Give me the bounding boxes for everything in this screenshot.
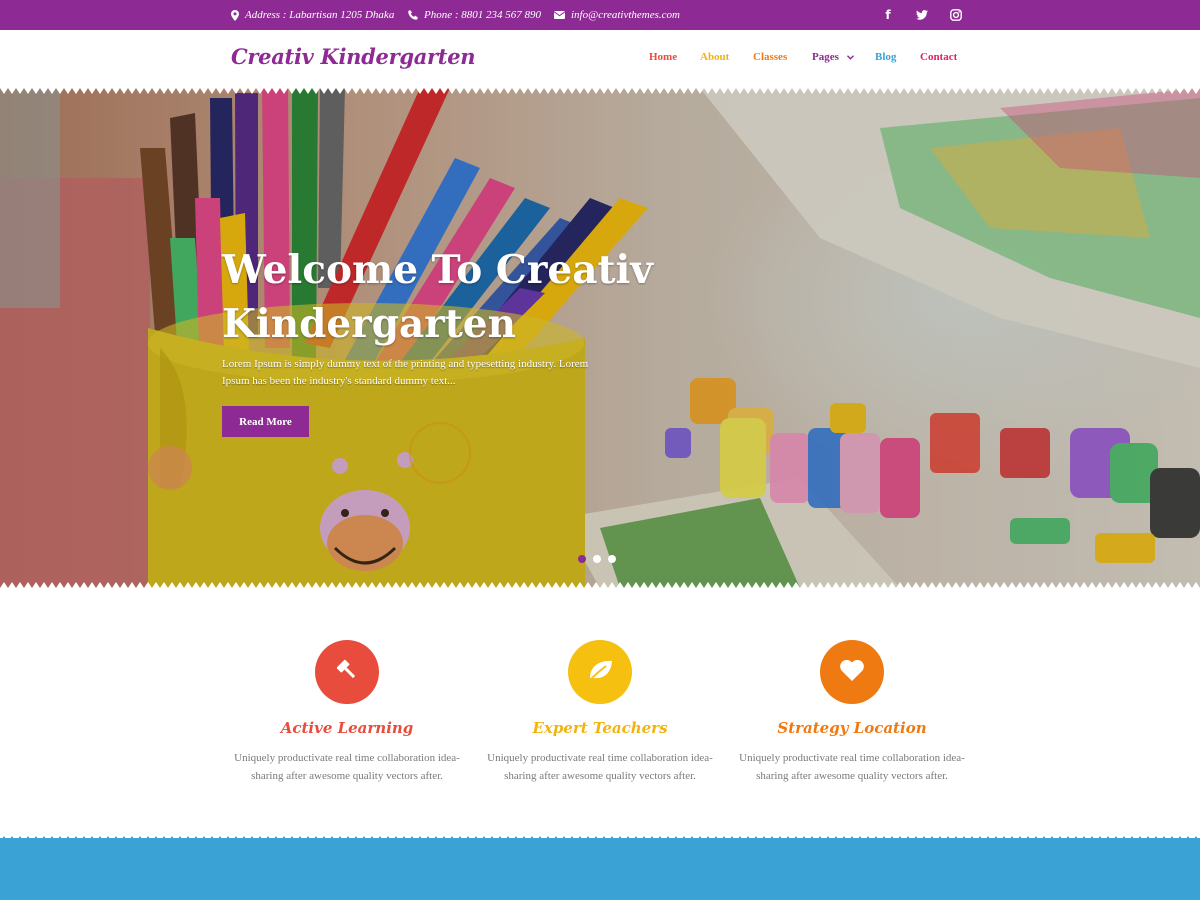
gavel-icon	[334, 657, 360, 687]
top-info-bar: Address : Labartisan 1205 Dhaka Phone : …	[0, 0, 1200, 30]
site-header: Creativ Kindergarten Home About Classes …	[0, 30, 1200, 88]
hero-slider: Welcome To Creativ Kindergarten Lorem Ip…	[0, 88, 1200, 588]
hero-top-zigzag	[0, 88, 1200, 94]
feature-text: Uniquely productivate real time collabor…	[234, 752, 460, 782]
slider-dot-1[interactable]	[578, 555, 586, 563]
nav-contact[interactable]: Contact	[920, 51, 957, 63]
twitter-icon[interactable]	[912, 0, 932, 30]
address-text: Address : Labartisan 1205 Dhaka	[245, 9, 395, 21]
nav-blog[interactable]: Blog	[875, 51, 896, 63]
nav-about[interactable]: About	[700, 51, 729, 63]
heart-icon	[839, 659, 865, 686]
phone-text: Phone : 8801 234 567 890	[424, 9, 542, 21]
hero-description: Lorem Ipsum is simply dummy text of the …	[222, 358, 589, 387]
footer-band	[0, 836, 1200, 900]
slider-dot-2[interactable]	[593, 555, 601, 563]
feature-title: Strategy Location	[777, 719, 927, 737]
email-text[interactable]: info@creativthemes.com	[571, 9, 680, 21]
feature-active-learning: Active Learning Uniquely productivate re…	[227, 640, 467, 785]
read-more-button[interactable]: Read More	[222, 406, 309, 437]
envelope-icon	[554, 11, 565, 19]
chevron-down-icon	[846, 51, 854, 63]
slider-dot-3[interactable]	[608, 555, 616, 563]
footer-zigzag	[0, 836, 1200, 842]
facebook-icon[interactable]: f	[878, 0, 898, 30]
email-info[interactable]: info@creativthemes.com	[554, 0, 680, 30]
feature-expert-teachers: Expert Teachers Uniquely productivate re…	[480, 640, 720, 785]
address-info: Address : Labartisan 1205 Dhaka	[231, 0, 394, 30]
nav-pages-label: Pages	[812, 51, 839, 63]
feature-icon-circle	[820, 640, 884, 704]
feature-text: Uniquely productivate real time collabor…	[739, 752, 965, 782]
instagram-icon[interactable]	[946, 0, 966, 30]
leaf-icon	[586, 658, 614, 686]
nav-home[interactable]: Home	[649, 51, 677, 63]
feature-strategy-location: Strategy Location Uniquely productivate …	[732, 640, 972, 785]
site-logo[interactable]: Creativ Kindergarten	[231, 44, 476, 69]
feature-icon-circle	[568, 640, 632, 704]
nav-classes[interactable]: Classes	[753, 51, 787, 63]
slider-pagination	[578, 555, 616, 563]
phone-info: Phone : 8801 234 567 890	[408, 0, 541, 30]
hero-bottom-zigzag	[0, 582, 1200, 588]
map-marker-icon	[231, 9, 239, 21]
feature-text: Uniquely productivate real time collabor…	[487, 752, 713, 782]
hero-title: Welcome To Creativ Kindergarten	[222, 247, 653, 347]
feature-icon-circle	[315, 640, 379, 704]
phone-icon	[408, 10, 418, 20]
feature-title: Expert Teachers	[532, 719, 668, 737]
nav-pages[interactable]: Pages	[812, 51, 854, 63]
feature-title: Active Learning	[280, 719, 414, 737]
